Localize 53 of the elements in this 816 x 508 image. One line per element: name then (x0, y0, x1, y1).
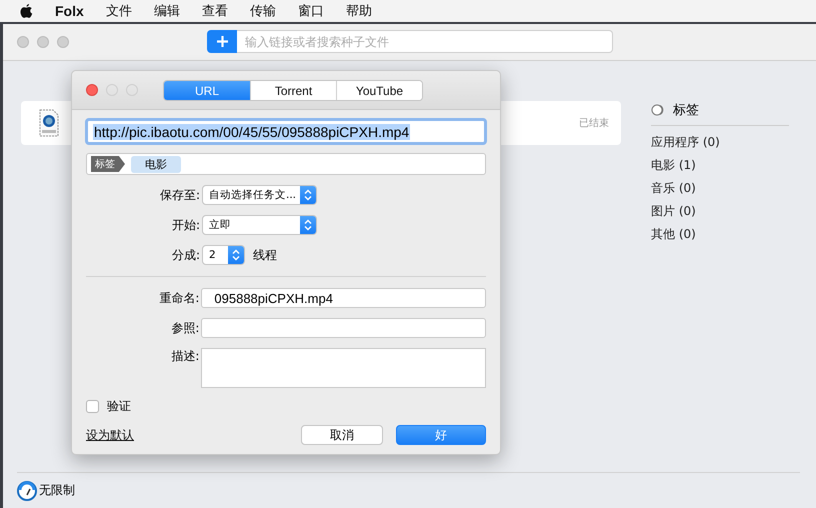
threads-select[interactable]: 2 (202, 245, 245, 265)
sidebar-item[interactable]: 应用程序 (0) (651, 131, 789, 154)
stepper-arrows-icon (304, 219, 312, 231)
window-control-icon[interactable] (37, 36, 49, 48)
field-label: 分成: (170, 246, 201, 264)
tag-label: 标签 (91, 156, 125, 172)
sidebar-item[interactable]: 音乐 (0) (651, 177, 789, 200)
checkbox-label: 验证 (107, 398, 131, 415)
field-label: 开始: (170, 216, 201, 234)
description-field[interactable] (201, 348, 486, 388)
add-button[interactable] (207, 30, 237, 53)
toggle-icon[interactable] (651, 104, 665, 116)
rename-field[interactable]: 095888piCPXH.mp4 (201, 288, 486, 308)
sidebar-item[interactable]: 其他 (0) (651, 223, 789, 246)
speedometer-icon[interactable] (17, 480, 37, 500)
apple-logo-icon[interactable] (20, 4, 33, 18)
stepper-arrows-icon (304, 189, 312, 201)
url-field[interactable]: http://pic.ibaotu.com/00/45/55/095888piCPXH.mp4 (85, 118, 487, 145)
start-select[interactable]: 立即 (202, 215, 317, 235)
window-control-icon[interactable] (126, 84, 138, 96)
field-label: 描述: (170, 348, 200, 365)
tags-field[interactable]: 标签 电影 (86, 153, 486, 175)
plus-icon (216, 36, 228, 47)
set-default-link[interactable]: 设为默认 (86, 426, 134, 444)
menu-item[interactable]: 文件 (106, 2, 132, 20)
close-icon[interactable] (86, 84, 98, 96)
reference-field[interactable] (201, 318, 486, 338)
menu-item[interactable]: 查看 (202, 2, 228, 20)
speed-limit-label[interactable]: 无限制 (39, 482, 75, 499)
video-file-icon (39, 109, 59, 137)
menu-item[interactable]: 传输 (250, 2, 276, 20)
tag-chip[interactable]: 电影 (131, 156, 181, 172)
menu-item[interactable]: 编辑 (154, 2, 180, 20)
field-label: 参照: (170, 320, 200, 336)
unit-label: 线程 (253, 246, 277, 264)
field-label: 重命名: (158, 290, 200, 306)
sidebar-item[interactable]: 图片 (0) (651, 200, 789, 223)
checkbox[interactable] (86, 400, 99, 413)
folder-select[interactable]: 自动选择任务文... (202, 185, 317, 205)
menu-item[interactable]: Folx (55, 3, 84, 19)
tab[interactable]: YouTube (336, 81, 422, 100)
cancel-button[interactable]: 取消 (301, 425, 383, 445)
download-status: 已结束 (579, 116, 609, 130)
window-control-icon[interactable] (106, 84, 118, 96)
stepper-arrows-icon (232, 249, 240, 261)
window-control-icon[interactable] (57, 36, 69, 48)
menu-item[interactable]: 帮助 (346, 2, 372, 20)
sidebar-item[interactable]: 电影 (1) (651, 154, 789, 177)
field-label: 保存至: (158, 186, 201, 204)
sidebar-heading: 标签 (673, 102, 699, 119)
window-control-icon[interactable] (17, 36, 29, 48)
search-field[interactable]: 输入链接或者搜索种子文件 (237, 30, 613, 53)
menu-item[interactable]: 窗口 (298, 2, 324, 20)
